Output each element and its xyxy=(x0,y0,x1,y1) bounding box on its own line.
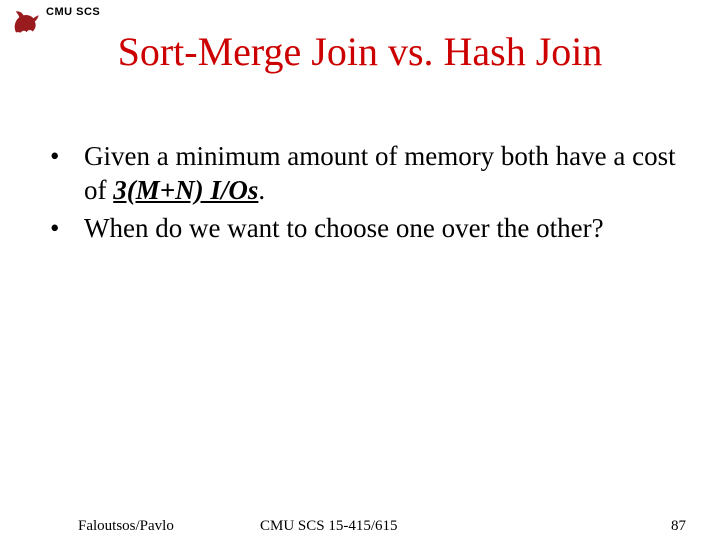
bullet-dot-icon: • xyxy=(48,212,84,246)
bullet-dot-icon: • xyxy=(48,140,84,174)
bullet-emph: 3(M+N) I/Os xyxy=(113,175,258,205)
dept-label: CMU SCS xyxy=(46,6,100,18)
footer-authors: Faloutsos/Pavlo xyxy=(78,518,174,535)
slide-title: Sort-Merge Join vs. Hash Join xyxy=(0,28,720,75)
footer-page-number: 87 xyxy=(671,518,686,535)
bullet-text: When do we want to choose one over the o… xyxy=(84,212,680,246)
bullet-item: • Given a minimum amount of memory both … xyxy=(48,140,680,208)
bullet-item: • When do we want to choose one over the… xyxy=(48,212,680,246)
footer-course: CMU SCS 15-415/615 xyxy=(260,518,398,535)
bullet-post: . xyxy=(258,175,265,205)
slide: CMU SCS Sort-Merge Join vs. Hash Join • … xyxy=(0,0,720,540)
slide-body: • Given a minimum amount of memory both … xyxy=(48,140,680,249)
bullet-pre: When do we want to choose one over the o… xyxy=(84,213,604,243)
bullet-text: Given a minimum amount of memory both ha… xyxy=(84,140,680,208)
